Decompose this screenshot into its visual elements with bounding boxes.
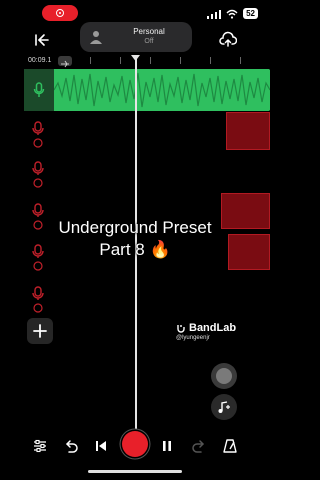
status-icons: 52 — [207, 8, 258, 19]
bandlab-logo-icon — [177, 325, 185, 333]
watermark-handle: @lyungeenjr — [176, 335, 210, 341]
input-monitor-button[interactable] — [211, 363, 237, 389]
back-icon[interactable] — [33, 31, 51, 49]
watermark-brand: BandLab — [189, 322, 237, 334]
circle-icon — [216, 368, 232, 384]
ruler-tick — [90, 57, 91, 64]
skip-back-icon[interactable] — [92, 437, 110, 455]
ruler-tick — [120, 57, 121, 64]
timeline-ruler[interactable]: 00:09.1 — [24, 55, 270, 69]
track-mic-icon[interactable] — [30, 286, 46, 314]
fx-icon[interactable] — [58, 56, 72, 68]
metronome-icon[interactable] — [221, 437, 239, 455]
track-row[interactable] — [24, 69, 270, 111]
ruler-tick — [210, 57, 211, 64]
signal-icon — [207, 9, 222, 19]
undo-icon[interactable] — [62, 437, 80, 455]
ruler-tick — [180, 57, 181, 64]
home-indicator[interactable] — [88, 470, 182, 473]
record-dot-icon — [56, 9, 64, 17]
mic-icon — [33, 82, 45, 97]
personal-title: Personal — [133, 27, 165, 36]
sliders-icon[interactable] — [31, 437, 49, 455]
transport-bar — [0, 426, 270, 466]
redo-icon[interactable] — [190, 437, 208, 455]
personal-status: Off — [144, 38, 154, 45]
personal-mode-toggle[interactable]: Personal Off — [80, 22, 192, 52]
music-note-add-icon — [218, 401, 230, 413]
wifi-icon — [226, 9, 238, 19]
waveform — [54, 69, 270, 111]
ruler-tick — [240, 57, 241, 64]
waveform-region[interactable] — [54, 69, 270, 111]
record-button[interactable] — [122, 431, 148, 457]
time-display: 00:09.1 — [28, 57, 52, 64]
track-mic-icon[interactable] — [30, 121, 46, 149]
plus-icon — [33, 324, 47, 338]
user-icon — [90, 31, 102, 44]
bandlab-watermark: BandLab @lyungeenjr — [176, 322, 236, 341]
battery-indicator: 52 — [243, 8, 258, 19]
track-header[interactable] — [24, 69, 54, 111]
caption-line-1: Underground Preset — [58, 218, 212, 237]
pause-icon[interactable] — [158, 437, 176, 455]
track-mic-icon[interactable] — [30, 161, 46, 189]
add-sound-button[interactable] — [211, 394, 237, 420]
add-track-button[interactable] — [27, 318, 53, 344]
caption-line-2: Part 8 🔥 — [99, 240, 171, 259]
ruler-tick — [150, 57, 151, 64]
audio-clip[interactable] — [226, 112, 270, 150]
screen-recording-indicator[interactable] — [42, 5, 78, 21]
cloud-upload-icon[interactable] — [219, 31, 237, 49]
